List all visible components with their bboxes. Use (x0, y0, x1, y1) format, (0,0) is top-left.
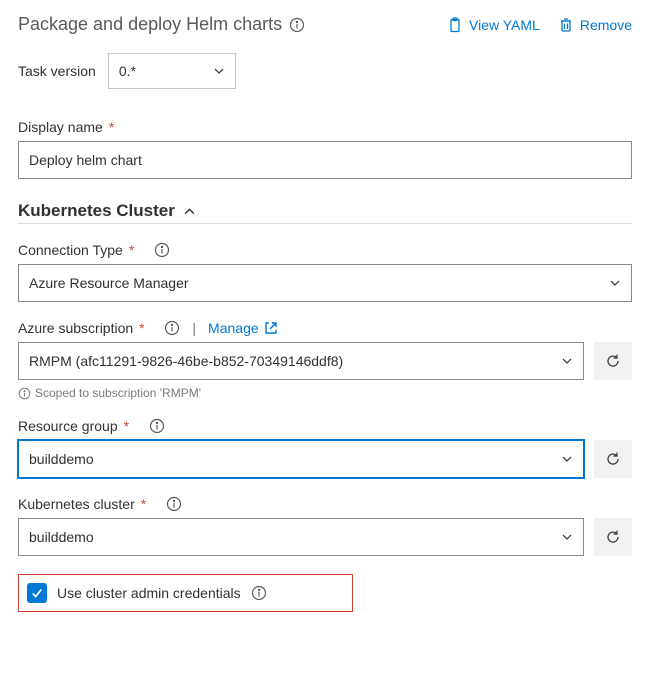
header: Package and deploy Helm charts View YAML… (18, 14, 632, 35)
display-name-label: Display name* (18, 119, 632, 135)
separator: | (192, 320, 196, 336)
info-icon[interactable] (164, 320, 180, 336)
azure-subscription-field: Azure subscription* | Manage RMPM (afc11… (18, 320, 632, 400)
info-icon[interactable] (289, 17, 305, 33)
kubernetes-cluster-value: builddemo (29, 529, 94, 545)
section-kubernetes-cluster[interactable]: Kubernetes Cluster (18, 201, 632, 224)
header-actions: View YAML Remove (447, 17, 632, 33)
manage-link[interactable]: Manage (208, 320, 279, 336)
subscription-scope-hint: Scoped to subscription 'RMPM' (18, 386, 632, 400)
clipboard-icon (447, 17, 463, 33)
resource-group-label: Resource group* (18, 418, 632, 434)
trash-icon (558, 17, 574, 33)
display-name-value: Deploy helm chart (29, 152, 142, 168)
admin-credentials-label: Use cluster admin credentials (57, 585, 241, 601)
refresh-icon (605, 529, 621, 545)
chevron-down-icon (213, 65, 225, 77)
chevron-down-icon (561, 531, 573, 543)
info-icon[interactable] (251, 585, 267, 601)
connection-type-label: Connection Type* (18, 242, 632, 258)
chevron-up-icon (183, 205, 196, 218)
task-version-label: Task version (18, 63, 96, 79)
admin-credentials-checkbox[interactable] (27, 583, 47, 603)
info-icon[interactable] (166, 496, 182, 512)
info-icon[interactable] (154, 242, 170, 258)
refresh-subscription-button[interactable] (594, 342, 632, 380)
kubernetes-cluster-label: Kubernetes cluster* (18, 496, 632, 512)
task-version-value: 0.* (119, 63, 136, 79)
resource-group-value: builddemo (29, 451, 94, 467)
chevron-down-icon (609, 277, 621, 289)
page-title: Package and deploy Helm charts (18, 14, 305, 35)
title-text: Package and deploy Helm charts (18, 14, 282, 35)
view-yaml-label: View YAML (469, 17, 540, 33)
required-marker: * (109, 119, 114, 135)
task-version-row: Task version 0.* (18, 53, 632, 89)
remove-label: Remove (580, 17, 632, 33)
info-icon[interactable] (149, 418, 165, 434)
refresh-icon (605, 451, 621, 467)
refresh-cluster-button[interactable] (594, 518, 632, 556)
refresh-resource-group-button[interactable] (594, 440, 632, 478)
azure-subscription-value: RMPM (afc11291-9826-46be-b852-70349146dd… (29, 353, 343, 369)
admin-credentials-row: Use cluster admin credentials (18, 574, 353, 612)
chevron-down-icon (561, 453, 573, 465)
display-name-field: Display name* Deploy helm chart (18, 119, 632, 179)
section-title: Kubernetes Cluster (18, 201, 175, 221)
chevron-down-icon (561, 355, 573, 367)
task-version-select[interactable]: 0.* (108, 53, 236, 89)
connection-type-select[interactable]: Azure Resource Manager (18, 264, 632, 302)
resource-group-field: Resource group* builddemo (18, 418, 632, 478)
remove-button[interactable]: Remove (558, 17, 632, 33)
kubernetes-cluster-select[interactable]: builddemo (18, 518, 584, 556)
external-link-icon (263, 320, 279, 336)
refresh-icon (605, 353, 621, 369)
info-icon (18, 387, 31, 400)
checkmark-icon (30, 586, 44, 600)
view-yaml-button[interactable]: View YAML (447, 17, 540, 33)
connection-type-value: Azure Resource Manager (29, 275, 189, 291)
display-name-input[interactable]: Deploy helm chart (18, 141, 632, 179)
azure-subscription-select[interactable]: RMPM (afc11291-9826-46be-b852-70349146dd… (18, 342, 584, 380)
connection-type-field: Connection Type* Azure Resource Manager (18, 242, 632, 302)
resource-group-select[interactable]: builddemo (18, 440, 584, 478)
azure-subscription-label: Azure subscription* | Manage (18, 320, 632, 336)
kubernetes-cluster-field: Kubernetes cluster* builddemo (18, 496, 632, 556)
